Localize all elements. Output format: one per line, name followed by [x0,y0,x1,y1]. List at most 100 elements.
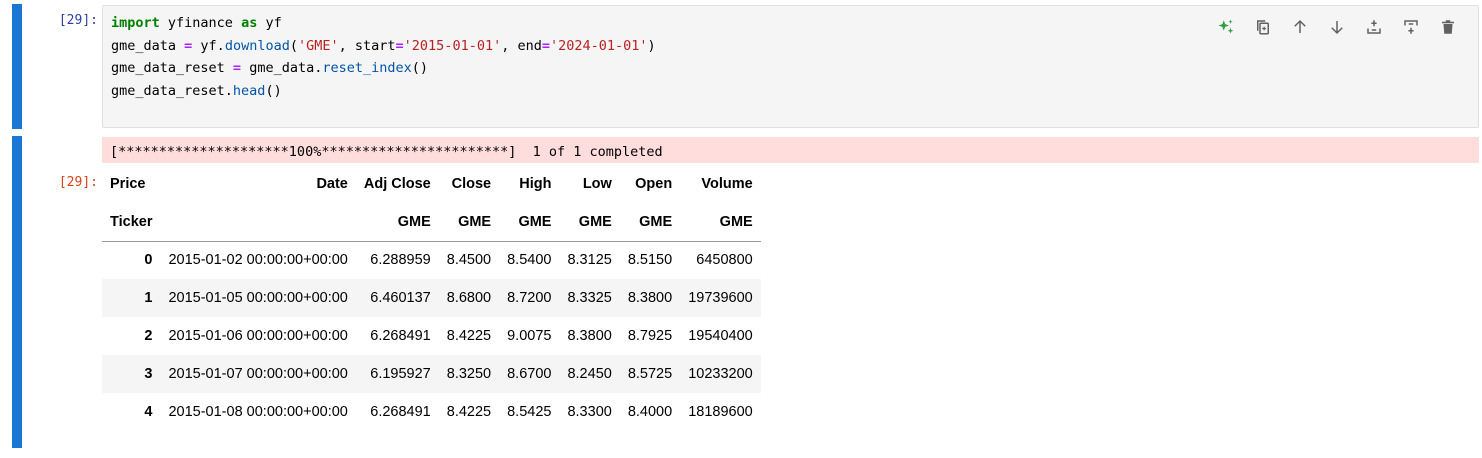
table-cell: 2015-01-06 00:00:00+00:00 [168,328,348,344]
ai-sparkle-button[interactable] [1207,12,1244,42]
table-cell: 10233200 [688,366,753,382]
table-cell: 8.3250 [446,366,492,382]
code-line[interactable]: import yfinance as yf [111,12,656,35]
code-token: gme_data. [241,60,323,76]
code-token: as [241,15,258,31]
code-token: head [232,82,266,99]
insert-above-button[interactable] [1355,12,1392,42]
arrow-up-icon [1293,19,1306,33]
move-down-button[interactable] [1318,12,1355,42]
code-token: = [541,37,550,54]
column-level-name: Price [110,176,146,192]
code-token: '2024-01-01' [550,37,648,54]
code-token: () [265,82,282,99]
column-subheader: GME [499,203,560,242]
insert-below-button[interactable] [1392,12,1429,42]
code-content[interactable]: import yfinance as yf gme_data = yf.downl… [111,12,656,102]
code-line[interactable]: gme_data = yf.download('GME', start='201… [111,35,656,58]
insert-above-icon [1366,20,1381,34]
column-subheader: GME [438,203,500,242]
table-cell: 8.6800 [446,290,492,306]
code-token: = [232,60,242,76]
code-editor[interactable]: import yfinance as yf gme_data = yf.downl… [102,5,1479,128]
table-row: 3 2015-01-07 00:00:00+00:00 6.195927 8.3250… [102,355,761,393]
code-token: yfinance [159,15,242,31]
insert-below-icon [1403,20,1418,34]
table-cell: 8.4225 [446,404,492,420]
code-token: () [411,60,429,76]
arrow-down-icon [1330,21,1343,35]
table-cell: 8.4225 [446,328,492,344]
table-cell: 8.3800 [627,290,673,306]
table-cell: 2015-01-07 00:00:00+00:00 [168,366,348,382]
table-cell: 8.5725 [627,366,673,382]
move-up-button[interactable] [1281,12,1318,42]
table-cell: 2015-01-08 00:00:00+00:00 [168,404,348,420]
row-index: 2 [144,328,153,344]
code-token: ) [647,37,656,54]
column-level-name: Ticker [102,203,161,242]
table-cell: 18189600 [688,404,753,420]
column-subheader: GME [559,203,620,242]
table-cell: 9.0075 [507,328,552,344]
code-line[interactable]: gme_data_reset = gme_data.reset_index() [111,57,656,80]
table-cell: 8.5400 [507,252,552,269]
table-cell: 8.7200 [507,290,552,306]
duplicate-icon [1256,20,1269,35]
column-header-row: Price Date Adj Close Close High Low Open Volume [102,165,761,203]
code-line[interactable]: gme_data_reset.head() [111,80,656,103]
table-cell: 8.3325 [567,290,612,306]
output-cell-collapser[interactable] [12,136,22,448]
delete-cell-button[interactable] [1429,12,1466,42]
download-progress-output: [*********************100%**************… [102,137,1479,163]
code-token: , start [338,37,396,54]
table-cell: 6.268491 [370,328,431,344]
table-cell: 8.3125 [567,252,612,269]
table-body: 0 2015-01-02 00:00:00+00:00 6.288959 8.4500… [102,241,761,431]
table-row: 4 2015-01-08 00:00:00+00:00 6.268491 8.4225… [102,393,761,431]
column-subheader: GME [619,203,681,242]
row-index: 0 [144,252,153,269]
table-cell: 6.288959 [370,252,431,269]
column-subheader [160,203,356,242]
code-token: reset_index [322,60,412,76]
table-cell: 6.268491 [370,404,431,420]
table-cell: 6.195927 [370,366,431,382]
input-cell-collapser[interactable] [12,4,22,129]
input-prompt: [29]: [58,13,98,28]
table-cell: 2015-01-02 00:00:00+00:00 [168,252,348,269]
output-prompt: [29]: [58,175,98,190]
code-token: ( [289,37,298,54]
column-header: High [519,176,552,192]
table-cell: 8.4000 [627,404,673,420]
code-token: '2015-01-01' [403,37,502,54]
column-header: Volume [701,176,753,192]
table-cell: 8.5425 [507,404,552,420]
column-subheader-row: Ticker GME GME GME GME GME GME [102,203,761,242]
table-row: 1 2015-01-05 00:00:00+00:00 6.460137 8.6800… [102,279,761,317]
column-header: Date [316,176,348,192]
table-cell: 8.7925 [627,328,673,344]
row-index: 1 [144,290,153,306]
table-cell: 2015-01-05 00:00:00+00:00 [168,290,348,306]
duplicate-cell-button[interactable] [1244,12,1281,42]
row-index: 3 [144,366,153,382]
code-token: import [111,15,160,31]
column-header: Adj Close [363,176,431,192]
row-index: 4 [144,404,153,420]
table-cell: 19739600 [688,290,753,306]
code-token: yf. [192,37,225,54]
code-token: yf [257,15,282,31]
cell-toolbar [1207,12,1466,42]
code-token: 'GME' [297,37,339,54]
sparkle-icon [1218,19,1233,34]
column-subheader: GME [355,203,439,242]
code-token: gme_data_reset. [111,82,233,99]
table-cell: 8.6700 [507,366,552,382]
code-token: gme_data_reset [111,60,233,76]
table-cell: 8.5150 [627,252,673,269]
code-token: , end [501,37,542,54]
table-cell: 8.3300 [567,404,612,420]
trash-icon [1441,20,1454,34]
column-subheader: GME [680,203,761,242]
